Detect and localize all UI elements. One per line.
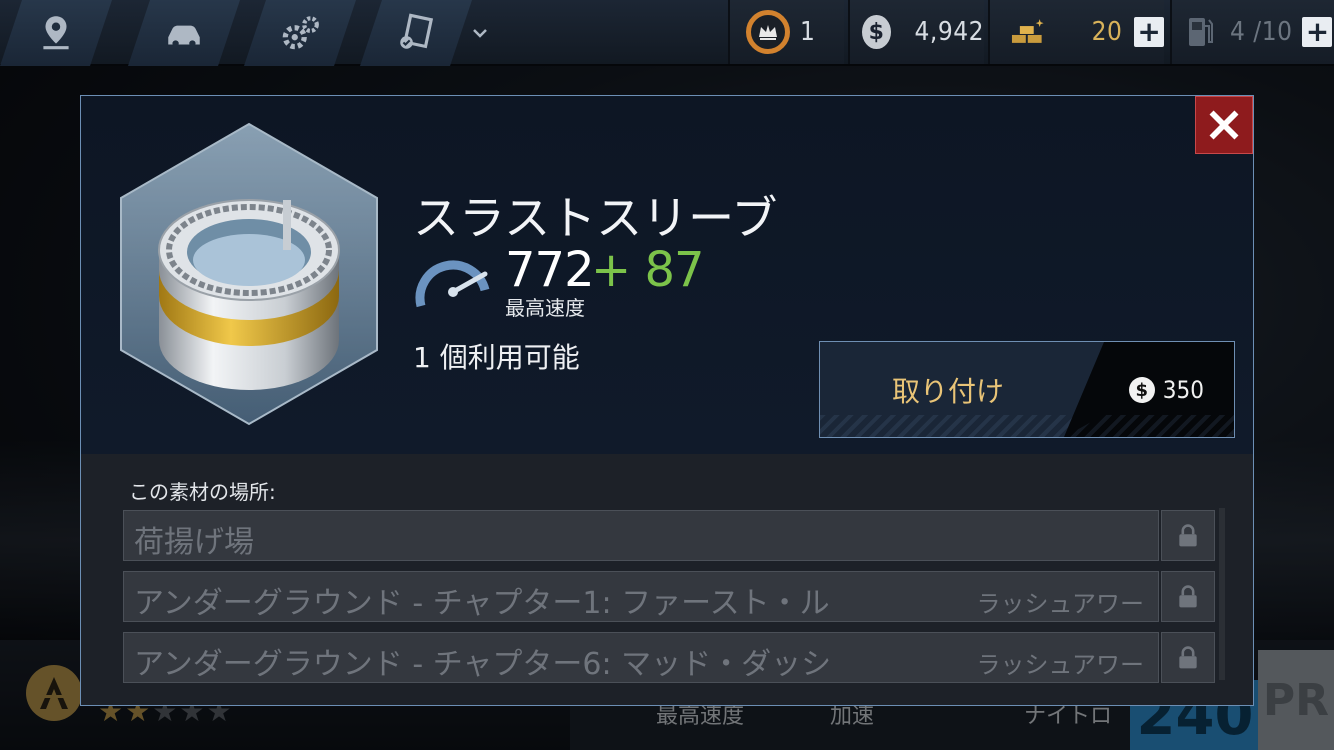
lock-icon [1179, 523, 1197, 546]
lock-icon [1179, 584, 1197, 607]
car-icon [168, 25, 200, 47]
part-image [115, 120, 383, 428]
install-label: 取り付け [892, 375, 1005, 408]
gold-bars-icon [1011, 19, 1044, 43]
nav-dropdown[interactable] [462, 20, 498, 46]
lock-icon [1179, 645, 1197, 668]
crown-icon [746, 10, 790, 54]
dollar-coin-icon: $ [1128, 377, 1155, 403]
add-gold-button[interactable]: + [1134, 17, 1164, 47]
map-pin-icon [43, 16, 69, 50]
install-cost: $ 350 [1128, 376, 1204, 404]
top-bar: 1 $ 4,942 20 + 4 /10 + [0, 0, 1334, 66]
crown-count: 1 [800, 17, 816, 47]
fuel-chip[interactable]: 4 /10 + [1170, 0, 1334, 64]
top-speed-value: 772 [505, 242, 595, 298]
location-row[interactable]: 荷揚げ場 [123, 510, 1215, 561]
checklist-icon [400, 13, 434, 49]
speedometer-icon [415, 260, 490, 308]
location-cell: アンダーグラウンド - チャプター6: マッド・ダッシ ラッシュアワー [123, 632, 1159, 683]
garage-tab[interactable] [128, 0, 240, 66]
top-speed-bonus: + 87 [591, 242, 705, 298]
cash-chip[interactable]: $ 4,942 [848, 0, 984, 64]
location-sub: ラッシュアワー [976, 651, 1144, 679]
location-name: 荷揚げ場 [134, 525, 254, 560]
available-count: 1 個利用可能 [413, 341, 580, 374]
upgrades-tab[interactable] [244, 0, 356, 66]
location-row[interactable]: アンダーグラウンド - チャプター6: マッド・ダッシ ラッシュアワー [123, 632, 1215, 683]
gold-chip[interactable]: 20 + [988, 0, 1164, 64]
chevron-down-icon [473, 29, 487, 38]
location-cell: 荷揚げ場 [123, 510, 1159, 561]
top-speed-label: 最高速度 [505, 296, 585, 320]
add-fuel-button[interactable]: + [1302, 17, 1333, 47]
part-detail-modal: スラストスリーブ 772 + 87 最高速度 1 個利用可能 取り付け $ 35… [80, 95, 1254, 706]
location-name: アンダーグラウンド - チャプター1: ファースト・ル [134, 586, 830, 621]
locations-heading: この素材の場所: [129, 480, 276, 504]
install-button[interactable]: 取り付け $ 350 [819, 341, 1235, 438]
location-sub: ラッシュアワー [976, 590, 1144, 618]
part-title: スラストスリーブ [413, 191, 778, 245]
location-name: アンダーグラウンド - チャプター6: マッド・ダッシ [134, 647, 832, 682]
location-lock [1161, 632, 1215, 683]
locations-scrollbar[interactable] [1219, 508, 1225, 680]
location-lock [1161, 510, 1215, 561]
close-icon [1209, 110, 1239, 140]
tasks-tab[interactable] [360, 0, 472, 66]
gears-icon [282, 16, 319, 50]
crown-chip[interactable]: 1 [728, 0, 844, 64]
location-row[interactable]: アンダーグラウンド - チャプター1: ファースト・ル ラッシュアワー [123, 571, 1215, 622]
map-tab[interactable] [0, 0, 112, 66]
fuel-value: 4 /10 [1230, 17, 1293, 47]
location-cell: アンダーグラウンド - チャプター1: ファースト・ル ラッシュアワー [123, 571, 1159, 622]
cash-value: 4,942 [914, 17, 984, 47]
dollar-icon: $ [862, 15, 891, 49]
fuel-pump-icon [1189, 18, 1213, 46]
location-lock [1161, 571, 1215, 622]
install-cost-value: 350 [1162, 376, 1204, 404]
gold-value: 20 [1091, 17, 1123, 47]
close-button[interactable] [1195, 96, 1253, 154]
